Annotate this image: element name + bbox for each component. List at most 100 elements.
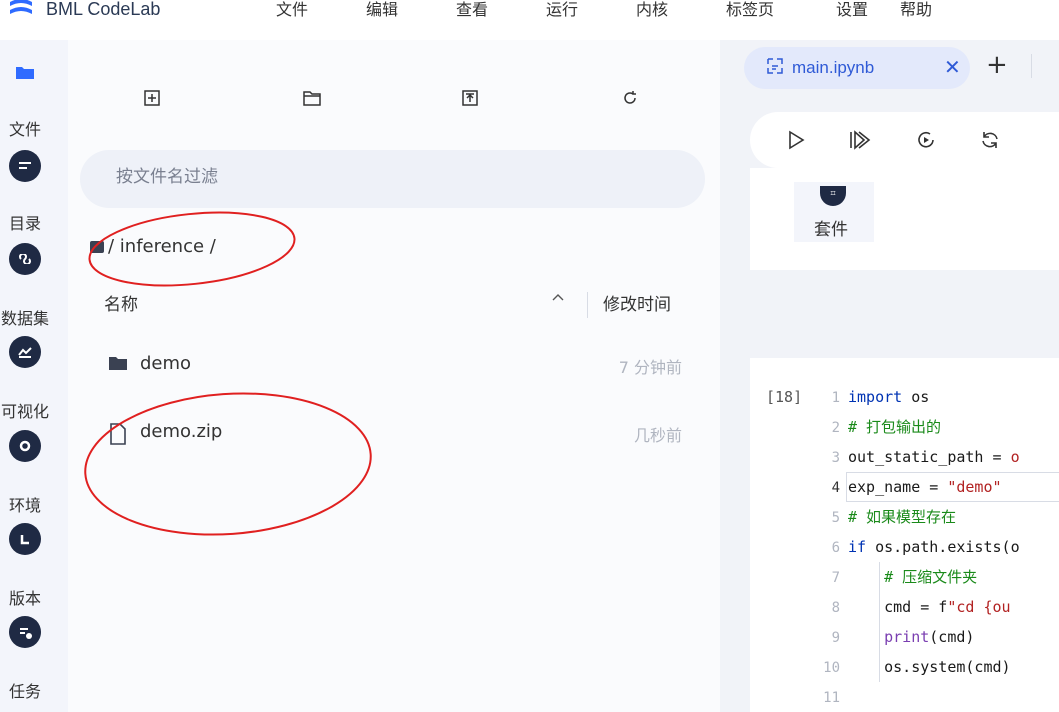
code-token: o [1010,448,1020,466]
activity-task[interactable]: 任务 [0,616,68,706]
code-line[interactable]: 8 cmd = f"cd {ou [814,592,1020,622]
breadcrumb-path[interactable]: / inference / [108,236,216,257]
kit-tile[interactable]: ⌗ 套件 [794,182,874,242]
file-list-header: 名称 修改时间 [68,288,708,318]
execution-count: [18] [766,388,803,406]
bml-logo-icon [6,0,36,20]
file-browser-panel: / inference / 名称 修改时间 demo 7 分钟前 demo.zi… [68,40,720,712]
file-modified: 7 分钟前 [618,358,682,377]
code-line[interactable]: 2 # 打包输出的 [814,412,1020,442]
column-divider [587,292,588,318]
tab-label: main.ipynb [792,58,875,77]
code-line[interactable]: 10 os.system(cmd) [814,652,1020,682]
refresh-icon[interactable] [616,84,644,112]
code-line[interactable]: 3 out_static_path = o [814,442,1020,472]
environment-icon [9,430,41,462]
activity-environment[interactable]: 环境 [0,430,68,520]
sort-chevron-up-icon[interactable] [550,288,566,313]
notebook-kit-strip: ⌗ 套件 [750,168,1059,270]
file-filter-input[interactable] [116,167,676,187]
close-icon[interactable]: ✕ [944,55,961,80]
menu-view[interactable]: 查看 [456,0,488,20]
code-token: import [848,388,903,406]
activity-version[interactable]: 版本 [0,523,68,613]
code-token: # 打包输出的 [848,418,942,436]
restart-run-icon[interactable] [912,126,940,154]
line-number: 10 [823,660,840,676]
file-row-demo-zip[interactable]: demo.zip 几秒前 [68,413,708,449]
activity-visualization[interactable]: 可视化 [0,336,68,426]
new-folder-icon[interactable] [298,84,326,112]
menu-tabs[interactable]: 标签页 [726,0,774,20]
breadcrumb[interactable]: / inference / [90,236,216,257]
line-number: 7 [831,570,840,586]
menu-bar: BML CodeLab 文件 编辑 查看 运行 内核 标签页 设置 帮助 [0,0,1059,40]
code-editor[interactable]: 1 import os 2 # 打包输出的 3 out_static_path = o 4e… [814,382,1059,712]
file-row-demo[interactable]: demo 7 分钟前 [68,345,708,381]
file-modified: 几秒前 [633,426,682,445]
column-name[interactable]: 名称 [104,290,138,315]
restart-icon[interactable] [976,126,1004,154]
tab-main-ipynb[interactable]: main.ipynb ✕ [744,47,970,89]
activity-label-outline: 目录 [8,214,41,233]
menu-settings[interactable]: 设置 [836,0,868,20]
breadcrumb-folder-icon[interactable] [90,240,104,253]
line-number: 5 [831,510,840,526]
line-number: 1 [831,390,840,406]
line-number: 2 [831,420,840,436]
code-line[interactable]: 7 # 压缩文件夹 [814,562,1020,592]
notebook-icon [766,57,784,80]
new-file-icon[interactable] [138,84,166,112]
code-line[interactable]: 9 print(cmd) [814,622,1020,652]
code-line[interactable]: 1 import os [814,382,1020,412]
file-name: demo.zip [140,421,223,442]
chart-icon [9,336,41,368]
code-line[interactable]: 11 [814,682,1020,712]
code-line[interactable]: 5 # 如果模型存在 [814,502,1020,532]
code-token: o [1010,538,1020,556]
activity-files[interactable]: 文件 [0,54,68,144]
code-token: if [848,538,867,556]
version-icon [9,523,41,555]
code-token: os.path.exists( [866,538,1011,556]
code-token: # 如果模型存在 [848,508,957,526]
code-token: os [902,388,930,406]
task-icon [9,616,41,648]
list-icon [9,150,41,182]
upload-icon[interactable] [456,84,484,112]
app-logo: BML CodeLab [6,0,160,24]
code-cell[interactable]: [18] 1 import os 2 # 打包输出的 3 out_static_path … [750,358,1059,712]
notebook-toolbar [750,112,1059,168]
activity-label-visualization: 可视化 [0,402,49,421]
code-line[interactable]: 4 exp_name = "demo" [814,472,1059,502]
current-line-highlight [846,472,1059,502]
activity-bar: 文件 目录 数据集 可视化 环境 版本 任务 [0,40,68,712]
code-token: out_static_path = [848,448,1011,466]
tab-divider [1031,54,1032,78]
line-number: 4 [831,480,840,496]
run-all-icon[interactable] [846,126,874,154]
file-name: demo [140,353,192,374]
file-icon [108,423,128,449]
menu-run[interactable]: 运行 [546,0,578,20]
folder-icon [9,56,41,88]
kit-label: 套件 [814,220,848,240]
activity-label-task: 任务 [8,682,41,701]
activity-dataset[interactable]: 数据集 [0,243,68,333]
activity-label-version: 版本 [8,589,41,608]
column-modified[interactable]: 修改时间 [603,290,671,315]
run-icon[interactable] [782,126,810,154]
activity-outline[interactable]: 目录 [0,150,68,240]
line-number: 3 [831,450,840,466]
add-tab-icon[interactable]: + [986,52,1008,78]
menu-help[interactable]: 帮助 [900,0,932,20]
menu-file[interactable]: 文件 [276,0,308,20]
line-number: 11 [823,690,840,706]
menu-edit[interactable]: 编辑 [366,0,398,20]
code-token: # 压缩文件夹 [848,568,978,586]
file-filter-field[interactable] [80,150,705,208]
code-token: (cmd) [929,628,975,646]
code-token: print [884,628,930,646]
menu-kernel[interactable]: 内核 [636,0,668,20]
code-line[interactable]: 6 if os.path.exists(o [814,532,1020,562]
